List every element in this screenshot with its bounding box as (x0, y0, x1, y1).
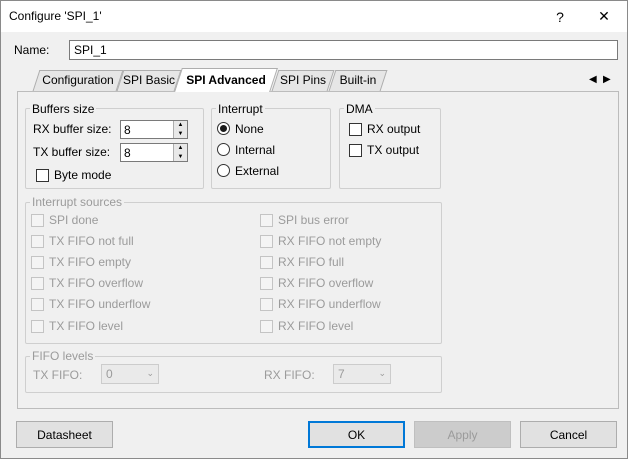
src-right-label: RX FIFO underflow (278, 297, 381, 311)
close-icon: ✕ (598, 8, 610, 24)
src-tx-fifo-underflow-checkbox[interactable] (31, 298, 44, 311)
spin-down-icon[interactable]: ▼ (174, 153, 187, 162)
name-input[interactable]: SPI_1 (69, 40, 618, 60)
interrupt-title: Interrupt (216, 102, 265, 116)
rx-buffer-label: RX buffer size: (33, 122, 112, 136)
tab-built-in[interactable]: Built-in (328, 70, 388, 91)
interrupt-external-radio[interactable] (217, 164, 230, 177)
cancel-button[interactable]: Cancel (520, 421, 617, 448)
tab-configuration[interactable]: Configuration (32, 70, 124, 91)
src-rx-fifo-full-checkbox[interactable] (260, 256, 273, 269)
interrupt-none-radio[interactable] (217, 122, 230, 135)
spin-down-icon[interactable]: ▼ (174, 130, 187, 139)
help-button[interactable]: ? (538, 1, 582, 32)
src-tx-fifo-not-full-checkbox[interactable] (31, 235, 44, 248)
interrupt-internal-radio[interactable] (217, 143, 230, 156)
src-right-label: RX FIFO full (278, 255, 345, 269)
help-icon: ? (556, 8, 564, 25)
src-spi-bus-error-checkbox[interactable] (260, 214, 273, 227)
tx-fifo-label: TX FIFO: (33, 368, 83, 382)
ok-button[interactable]: OK (308, 421, 405, 448)
rx-fifo-select[interactable]: 7 ⌄ (333, 364, 391, 384)
src-left-label: TX FIFO not full (49, 234, 134, 248)
src-right-label: RX FIFO level (278, 319, 354, 333)
tab-spi-basic[interactable]: SPI Basic (116, 70, 182, 91)
tx-fifo-select[interactable]: 0 ⌄ (101, 364, 159, 384)
chevron-down-icon: ⌄ (146, 368, 154, 378)
dma-rx-output-label: RX output (367, 122, 421, 136)
interrupt-external-label: External (235, 164, 280, 178)
dma-title: DMA (344, 102, 375, 116)
src-rx-fifo-not-empty-checkbox[interactable] (260, 235, 273, 248)
src-rx-fifo-overflow-checkbox[interactable] (260, 277, 273, 290)
dma-rx-output-checkbox[interactable] (349, 123, 362, 136)
byte-mode-label: Byte mode (54, 168, 112, 182)
tx-buffer-input[interactable]: 8 ▲ ▼ (120, 143, 188, 162)
src-tx-fifo-overflow-checkbox[interactable] (31, 277, 44, 290)
src-tx-fifo-empty-checkbox[interactable] (31, 256, 44, 269)
window-title: Configure 'SPI_1' (9, 9, 102, 23)
tab-panel: Buffers size RX buffer size: 8 ▲ ▼ TX bu… (17, 91, 619, 409)
tab-scroll-left-icon[interactable]: ◀ (589, 74, 597, 85)
tab-spi-advanced[interactable]: SPI Advanced (174, 68, 278, 92)
apply-button[interactable]: Apply (414, 421, 511, 448)
tab-spi-pins[interactable]: SPI Pins (271, 70, 335, 91)
src-right-label: RX FIFO not empty (278, 234, 382, 248)
datasheet-button[interactable]: Datasheet (16, 421, 113, 448)
fifo-levels-title: FIFO levels (30, 349, 96, 363)
tx-buffer-label: TX buffer size: (33, 145, 111, 159)
chevron-down-icon: ⌄ (378, 368, 386, 378)
tx-buffer-spinner[interactable]: ▲ ▼ (173, 144, 187, 161)
dma-tx-output-label: TX output (367, 143, 420, 157)
tab-scroll-right-icon[interactable]: ▶ (603, 74, 611, 85)
src-rx-fifo-level-checkbox[interactable] (260, 320, 273, 333)
src-left-label: TX FIFO overflow (49, 276, 144, 290)
interrupt-sources-title: Interrupt sources (30, 195, 125, 209)
src-right-label: RX FIFO overflow (278, 276, 374, 290)
title-bar: Configure 'SPI_1' ? ✕ (1, 1, 627, 32)
src-tx-fifo-level-checkbox[interactable] (31, 320, 44, 333)
interrupt-none-label: None (235, 122, 264, 136)
src-left-label: TX FIFO level (49, 319, 124, 333)
src-spi-done-checkbox[interactable] (31, 214, 44, 227)
src-left-label: TX FIFO empty (49, 255, 132, 269)
src-left-label: TX FIFO underflow (49, 297, 151, 311)
byte-mode-checkbox[interactable] (36, 169, 49, 182)
src-left-label: SPI done (49, 213, 99, 227)
rx-buffer-spinner[interactable]: ▲ ▼ (173, 121, 187, 138)
interrupt-internal-label: Internal (235, 143, 276, 157)
rx-buffer-input[interactable]: 8 ▲ ▼ (120, 120, 188, 139)
buffers-size-title: Buffers size (30, 102, 97, 116)
rx-fifo-label: RX FIFO: (264, 368, 315, 382)
src-rx-fifo-underflow-checkbox[interactable] (260, 298, 273, 311)
dma-tx-output-checkbox[interactable] (349, 144, 362, 157)
close-button[interactable]: ✕ (582, 1, 626, 32)
src-right-label: SPI bus error (278, 213, 349, 227)
name-label: Name: (14, 43, 50, 57)
configure-dialog: Configure 'SPI_1' ? ✕ Name: SPI_1 Config… (0, 0, 628, 459)
